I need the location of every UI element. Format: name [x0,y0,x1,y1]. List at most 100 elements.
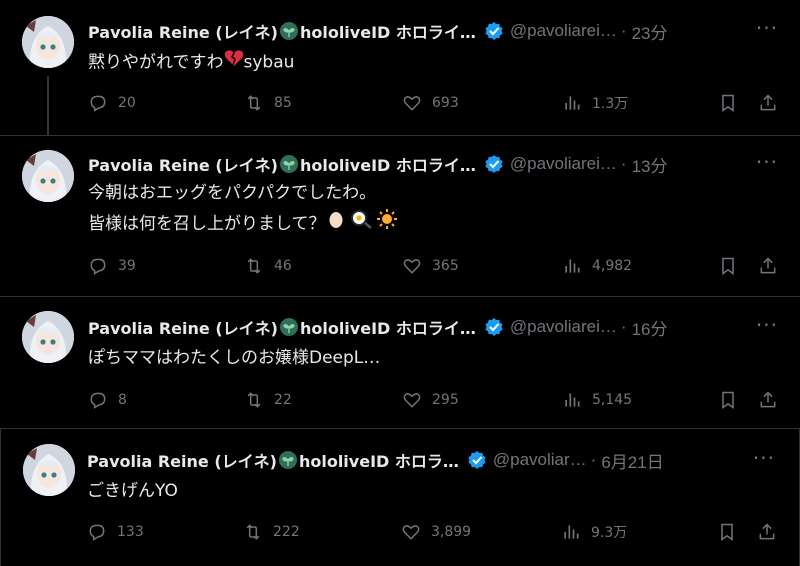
bookmark-button[interactable] [718,93,748,113]
retweet-icon [246,524,260,540]
retweet-button[interactable]: 46 [244,256,292,276]
author-handle[interactable]: @pavoliarei… [510,21,617,41]
tweet[interactable]: Pavolia Reine (レイネ) hololiveID ホロラ… @pav… [0,428,800,566]
like-button[interactable]: 693 [402,93,459,113]
bookmark-icon [722,391,734,409]
author-name[interactable]: Pavolia Reine (レイネ) [88,19,278,43]
share-icon [759,523,775,540]
share-icon [760,391,776,408]
views-button[interactable]: 5,145 [562,390,632,410]
sprout-icon [279,318,298,336]
separator-dot: · [590,450,597,469]
reply-button[interactable]: 133 [87,522,144,542]
reply-count: 133 [117,524,144,540]
tweet-header: Pavolia Reine (レイネ) hololiveID ホロライ… @pa… [88,18,776,44]
tweet[interactable]: Pavolia Reine (レイネ) hololiveID ホロライ… @pa… [0,0,800,142]
avatar[interactable] [22,16,74,68]
author-handle[interactable]: @pavoliar… [493,450,587,470]
frying-pan-icon [350,209,372,239]
reply-count: 20 [118,95,136,111]
like-count: 365 [432,258,459,274]
more-icon[interactable]: ··· [756,150,778,174]
reply-icon [90,95,106,112]
tweet-text-line: ごきげんYO [87,481,178,501]
retweet-count: 46 [274,258,292,274]
tweet-text: ごきげんYO [87,477,178,506]
views-icon [565,259,580,273]
share-button[interactable] [758,93,788,113]
author-name[interactable]: Pavolia Reine (レイネ) [87,448,277,472]
tweet-header: Pavolia Reine (レイネ) hololiveID ホロライ… @pa… [88,314,776,340]
views-button[interactable]: 4,982 [562,256,632,276]
more-icon[interactable]: ··· [756,16,778,40]
retweet-icon [247,95,261,111]
share-button[interactable] [757,522,787,542]
like-icon [402,525,420,540]
tweet-header: Pavolia Reine (レイネ) hololiveID ホロライ… @pa… [88,151,776,177]
share-button[interactable] [758,390,788,410]
views-button[interactable]: 9.3万 [561,522,627,542]
author-handle[interactable]: @pavoliarei… [510,154,617,174]
separator-dot: · [620,154,627,173]
retweet-button[interactable]: 222 [243,522,300,542]
author-suffix[interactable]: hololiveID ホロライ… [300,152,476,176]
timeline-feed: Pavolia Reine (レイネ) hololiveID ホロライ… @pa… [0,0,800,566]
sprout-icon [279,155,298,173]
more-icon[interactable]: ··· [756,313,778,337]
like-button[interactable]: 365 [402,256,459,276]
reply-button[interactable]: 8 [88,390,127,410]
tweet-text: 今朝はおエッグをパクパクでしたわ。 皆様は何を召し上がりまして？ [88,179,398,240]
reply-button[interactable]: 20 [88,93,136,113]
like-count: 693 [432,95,459,111]
egg-icon [326,209,346,239]
author-name[interactable]: Pavolia Reine (レイネ) [88,152,278,176]
bookmark-button[interactable] [717,522,747,542]
author-suffix[interactable]: hololiveID ホロラ… [299,448,459,472]
tweet-actions: 8 22 295 5,145 [88,390,780,414]
retweet-count: 85 [274,95,292,111]
like-icon [403,393,421,408]
separator-dot: · [620,317,627,336]
separator-dot: · [620,21,627,40]
author-suffix[interactable]: hololiveID ホロライ… [300,315,476,339]
author-name[interactable]: Pavolia Reine (レイネ) [88,315,278,339]
avatar[interactable] [22,150,74,202]
sun-icon [376,208,398,240]
reply-icon [90,258,106,275]
tweet-time[interactable]: 23分 [632,19,668,44]
thread-connector [47,76,49,142]
retweet-count: 222 [273,524,300,540]
tweet-time[interactable]: 16分 [632,315,668,340]
views-icon [564,525,579,539]
more-icon[interactable]: ··· [753,446,775,470]
avatar[interactable] [22,311,74,363]
like-button[interactable]: 3,899 [401,522,471,542]
author-suffix[interactable]: hololiveID ホロライ… [300,19,476,43]
view-count: 9.3万 [591,525,628,541]
avatar[interactable] [23,444,75,496]
tweet-text-line: ぽちママはわたくしのお嬢様DeepL… [88,348,381,368]
tweet-time[interactable]: 6月21日 [601,448,663,473]
share-button[interactable] [758,256,788,276]
tweet-actions: 133 222 3,899 9.3万 [87,522,779,546]
retweet-icon [247,392,261,408]
like-icon [403,96,421,111]
tweet[interactable]: Pavolia Reine (レイネ) hololiveID ホロライ… @pa… [0,135,800,296]
retweet-button[interactable]: 85 [244,93,292,113]
tweet[interactable]: Pavolia Reine (レイネ) hololiveID ホロライ… @pa… [0,296,800,429]
bookmark-button[interactable] [718,390,748,410]
reply-icon [89,524,105,541]
reply-button[interactable]: 39 [88,256,136,276]
tweet-actions: 39 46 365 4,982 [88,256,780,280]
bookmark-icon [721,523,733,541]
sprout-icon [279,22,298,40]
author-handle[interactable]: @pavoliarei… [510,317,617,337]
like-button[interactable]: 295 [402,390,459,410]
verified-badge-icon [467,450,487,470]
views-button[interactable]: 1.3万 [562,93,628,113]
tweet-time[interactable]: 13分 [632,152,668,177]
bookmark-button[interactable] [718,256,748,276]
verified-badge-icon [484,317,504,337]
retweet-icon [247,258,261,274]
retweet-button[interactable]: 22 [244,390,292,410]
